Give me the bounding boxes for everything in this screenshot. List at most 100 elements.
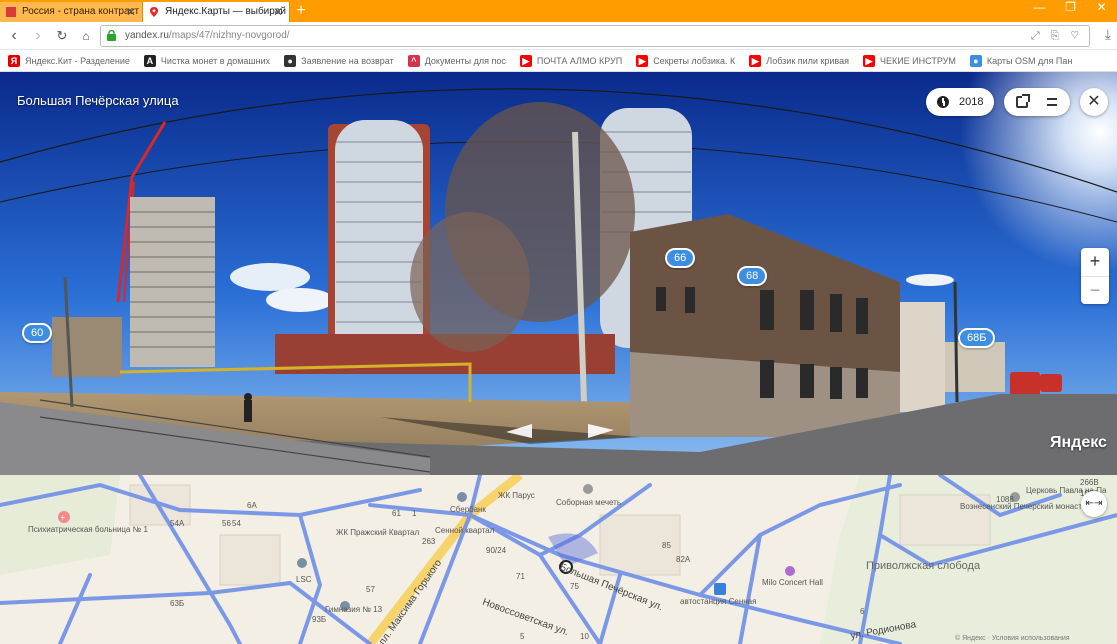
tab-yandex-maps[interactable]: Яндекс.Карты — выбирай ✕ <box>143 2 290 22</box>
tab-close-icon[interactable]: ✕ <box>273 2 283 22</box>
map-attribution[interactable]: © Яндекс · Условия использования <box>955 635 1070 642</box>
bookmark-item[interactable]: ● Заявление на возврат <box>284 54 394 67</box>
bookmark-item[interactable]: ^ Документы для пос <box>407 54 506 67</box>
map-house-number: 263 <box>422 537 436 546</box>
panorama-image <box>0 72 1117 475</box>
navigation-bar: ‹ › ↻ ⌂ yandex.ru/maps/47/nizhny-novgoro… <box>0 22 1117 50</box>
map-house-number: 61 <box>392 509 401 518</box>
map-label-hospital: Психиатрическая больница № 1 <box>28 525 148 534</box>
bookmark-item[interactable]: A Чистка монет в домашних <box>143 54 271 67</box>
map-pin-icon <box>150 7 158 17</box>
bookmark-item[interactable]: ▶ ЧЕКИЕ ИНСТРУМ <box>862 54 956 67</box>
bookmark-item[interactable]: ▶ Лобзик пили кривая <box>749 54 849 67</box>
map-label-zhk-prazhsky: ЖК Пражский Квартал <box>336 528 420 537</box>
new-tab-button[interactable]: + <box>290 2 312 22</box>
map-house-number: 5 <box>520 632 525 641</box>
street-title: Большая Печёрская улица <box>17 93 179 108</box>
map-label-sberbank: Сбербанк <box>450 505 486 514</box>
letter-a-icon: A <box>143 54 156 67</box>
bookmark-item[interactable]: Я Яндекс.Кит - Разделение <box>8 54 130 67</box>
bookmark-label: Документы для пос <box>424 55 506 66</box>
map-label-zhk-parus: ЖК Парус <box>498 491 535 500</box>
youtube-icon: ▶ <box>519 54 532 67</box>
clock-icon <box>937 96 949 108</box>
address-bar-tools[interactable]: ⤢ ⎘ ♡ <box>1031 26 1083 46</box>
close-panorama-button[interactable]: ✕ <box>1080 88 1108 116</box>
map-house-number: 6A <box>247 501 257 510</box>
map-house-number: 82A <box>676 555 691 564</box>
url-text: yandex.ru/maps/47/nizhny-novgorod/ <box>125 26 290 46</box>
address-bar[interactable]: yandex.ru/maps/47/nizhny-novgorod/ ⤢ ⎘ ♡ <box>100 25 1090 47</box>
map-house-number: 266В <box>1080 478 1099 487</box>
map-house-number: 63Б <box>170 599 185 608</box>
zoom-control: + − <box>1081 248 1109 304</box>
expand-map-icon[interactable]: ⇤⇥ <box>1081 491 1107 517</box>
panorama-actions <box>1004 88 1070 116</box>
youtube-icon: ▶ <box>862 54 875 67</box>
chevron-up-icon: ^ <box>407 54 420 67</box>
house-number-badge[interactable]: 60 <box>22 323 53 343</box>
map-label-district: Приволжская слобода <box>866 560 981 572</box>
maximize-button[interactable]: ❐ <box>1055 0 1086 18</box>
map-house-number: 56 <box>222 519 231 528</box>
house-number-badge[interactable]: 66 <box>665 248 696 268</box>
tab-bar: Россия - страна контраст ✕ Яндекс.Карты … <box>0 0 1117 22</box>
bookmarks-bar: Я Яндекс.Кит - Разделение A Чистка монет в … <box>0 50 1117 72</box>
map-label-bus-station: автостанция Сенная <box>680 597 757 606</box>
reload-button[interactable]: ↻ <box>52 26 72 46</box>
map-house-number: 1 <box>412 509 417 518</box>
home-icon[interactable]: ⌂ <box>76 26 96 46</box>
dot-icon: ● <box>284 54 297 67</box>
map-house-number: 54A <box>170 519 185 528</box>
yandex-icon: Я <box>8 54 20 67</box>
map-house-number: 54 <box>232 519 241 528</box>
house-number-badge[interactable]: 68 <box>737 266 768 286</box>
year-label: 2018 <box>959 96 984 108</box>
map-label-monastery: Вознесенский Печерский монастырь <box>960 502 1097 511</box>
youtube-icon: ▶ <box>636 54 649 67</box>
zoom-out-button[interactable]: − <box>1081 276 1109 304</box>
mini-map[interactable]: + Психиатрическая больница № 1 ЖК Пражск… <box>0 475 1117 644</box>
house-number-badge[interactable]: 68Б <box>958 328 996 348</box>
back-button[interactable]: ‹ <box>4 26 24 46</box>
bookmark-item[interactable]: ▶ ПОЧТА АЛМО КРУП <box>519 54 623 67</box>
map-label-milo: Milo Concert Hall <box>762 578 823 587</box>
map-label-senny: Сенной квартал <box>435 526 495 535</box>
map-house-number: 90/24 <box>486 546 507 555</box>
zoom-in-button[interactable]: + <box>1081 248 1109 276</box>
youtube-icon: ▶ <box>749 54 762 67</box>
map-house-number: 85 <box>662 541 671 550</box>
year-selector-button[interactable]: 2018 <box>926 88 994 116</box>
url-path: /maps/47/nizhny-novgorod/ <box>168 30 290 41</box>
bookmark-item[interactable]: ▶ Секреты лобзика. К <box>636 54 736 67</box>
svg-text:+: + <box>61 513 66 522</box>
map-house-number: 71 <box>516 572 525 581</box>
bookmark-item[interactable]: ● Карты OSM для Пан <box>969 54 1073 67</box>
url-host: yandex.ru <box>125 30 169 41</box>
forward-button[interactable]: › <box>28 26 48 46</box>
bookmark-label: ЧЕКИЕ ИНСТРУМ <box>879 55 956 66</box>
share-icon[interactable] <box>1016 94 1030 108</box>
window-controls: — ❐ ✕ <box>1024 0 1117 18</box>
street-panorama[interactable]: Большая Печёрская улица 2018 ✕ + − 60 66… <box>0 72 1117 475</box>
map-house-number: 1088 <box>996 495 1014 504</box>
bookmark-label: Секреты лобзика. К <box>653 55 736 66</box>
bookmark-label: Карты OSM для Пан <box>986 55 1073 66</box>
menu-icon[interactable] <box>1047 98 1057 106</box>
tab-favicon-icon <box>6 7 16 17</box>
yandex-watermark: Яндекс <box>1050 434 1107 451</box>
tab-title: Яндекс.Карты — выбирай <box>165 6 286 17</box>
map-house-number: 93Б <box>312 615 327 624</box>
map-label-mosque: Соборная мечеть <box>556 498 621 507</box>
bookmark-label: ПОЧТА АЛМО КРУП <box>536 55 623 66</box>
map-house-number: 6 <box>860 607 865 616</box>
tab-russia[interactable]: Россия - страна контраст ✕ <box>0 2 143 22</box>
bookmark-label: Чистка монет в домашних <box>160 55 271 66</box>
tab-close-icon[interactable]: ✕ <box>126 2 136 22</box>
download-icon[interactable]: ⤓ <box>1105 26 1111 43</box>
minimize-button[interactable]: — <box>1024 0 1055 18</box>
close-window-button[interactable]: ✕ <box>1086 0 1117 18</box>
bookmark-label: Лобзик пили кривая <box>766 55 849 66</box>
tab-title: Россия - страна контраст <box>22 6 140 17</box>
map-label-gymnasium: Гимназия № 13 <box>325 605 383 614</box>
